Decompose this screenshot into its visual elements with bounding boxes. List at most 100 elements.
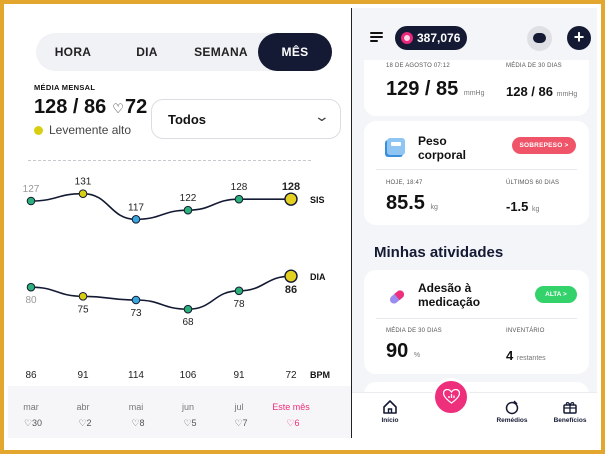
bp-latest-value: 129 / 85 mmHg <box>386 78 484 101</box>
data-label-sis: 128 <box>282 181 300 193</box>
tab-benefits[interactable]: Benefícios <box>545 393 595 424</box>
adherence-badge[interactable]: ALTA > <box>535 286 577 303</box>
weight-delta: -1.5 kg <box>506 199 539 214</box>
data-label-sis: 131 <box>75 177 92 188</box>
data-label-sis: 128 <box>231 182 248 193</box>
adherence-value: 90 % <box>386 340 420 363</box>
month-label: Este mês <box>272 402 310 412</box>
data-point-sis <box>26 196 36 206</box>
points-value: 387,076 <box>417 31 461 45</box>
scale-icon <box>385 138 405 157</box>
data-point-dia <box>131 295 141 305</box>
adherence-number: 90 <box>386 340 409 362</box>
bp-unit: mmHg <box>463 90 485 97</box>
data-label-sis: 117 <box>128 202 144 213</box>
month-count: ♡30 <box>24 418 42 428</box>
weight-title: Peso corporal <box>418 134 466 162</box>
month-label: mai <box>129 402 144 412</box>
bp-line-chart: 127 131 117 122 128 128 SIS 80 75 73 68 78 86 DIA 86 91… <box>23 177 330 428</box>
medication-card[interactable]: Adesão à medicação ALTA > MÉDIA DE 30 DIA… <box>364 270 589 374</box>
weight-value: 85.5 kg <box>386 192 438 215</box>
chat-icon[interactable] <box>527 26 552 51</box>
month-count: ♡5 <box>183 418 196 428</box>
data-label-sis: 127 <box>23 184 40 195</box>
bottom-tab-bar: Início Remédios Benefícios <box>352 392 597 438</box>
bpm-value: 114 <box>128 370 144 381</box>
medication-title-line1: Adesão à <box>418 281 472 295</box>
gift-icon <box>563 402 577 414</box>
data-point-sis <box>183 205 193 215</box>
weight-delta-number: -1.5 <box>506 199 529 214</box>
month-count: ♡8 <box>131 418 144 428</box>
data-point-dia <box>26 282 36 292</box>
monthly-bp-panel: HORA DIA SEMANA MÊS MÉDIA MENSAL 128 / 8… <box>8 8 351 438</box>
inventory-value: 4 restantes <box>506 348 546 363</box>
medication-title: Adesão à medicação <box>418 281 480 309</box>
bpm-value: 91 <box>233 370 245 381</box>
weight-card[interactable]: Peso corporal SOBREPESO > HOJE, 18:47 85.… <box>364 121 589 225</box>
bpm-value: 91 <box>77 370 89 381</box>
tab-home-label: Início <box>381 417 399 424</box>
dashboard-panel: 18 DE AGOSTO 07:12 129 / 85 mmHg MÉDIA D… <box>352 8 597 438</box>
weight-title-line1: Peso <box>418 134 447 148</box>
med-avg-label: MÉDIA DE 30 DIAS <box>386 328 442 334</box>
weight-delta-unit: kg <box>532 206 540 213</box>
menu-icon[interactable] <box>370 32 383 42</box>
inventory-number: 4 <box>506 348 514 363</box>
data-point-dia <box>284 269 298 283</box>
heart-chart-icon <box>443 389 460 404</box>
add-button[interactable]: + <box>567 26 591 50</box>
data-point-sis <box>284 192 298 206</box>
medications-icon <box>505 400 519 415</box>
card-separator <box>376 318 577 319</box>
weight-title-line2: corporal <box>418 148 467 162</box>
data-point-dia <box>78 292 88 301</box>
overweight-badge[interactable]: SOBREPESO > <box>512 137 576 154</box>
data-label-dia: 80 <box>25 295 37 306</box>
data-label-dia: 75 <box>77 304 89 315</box>
weight-period-label: ÚLTIMOS 60 DIAS <box>506 180 560 186</box>
month-label: mar <box>23 402 39 412</box>
inventory-unit: restantes <box>516 355 546 362</box>
pill-icon <box>389 290 405 304</box>
tab-home[interactable]: Início <box>370 393 410 424</box>
home-icon <box>383 400 397 414</box>
health-action-button[interactable] <box>432 378 470 416</box>
weight-unit: kg <box>430 204 438 211</box>
bp-avg-label: MÉDIA DE 30 DIAS <box>506 63 562 69</box>
tab-benefits-label: Benefícios <box>553 417 587 424</box>
section-title: Minhas atividades <box>374 244 504 261</box>
top-bar: 387,076 + <box>352 8 597 60</box>
data-point-sis <box>234 194 244 204</box>
data-label-dia: 78 <box>233 299 245 310</box>
month-label: jul <box>233 402 243 412</box>
medication-title-line2: medicação <box>418 295 481 309</box>
weight-today-label: HOJE, 18:47 <box>386 180 423 186</box>
series-name-sis: SIS <box>310 195 325 205</box>
data-label-dia: 68 <box>182 317 194 328</box>
month-count: ♡7 <box>234 418 247 428</box>
data-label-sis: 122 <box>180 193 197 204</box>
weight-number: 85.5 <box>386 192 425 214</box>
series-name-dia: DIA <box>310 272 326 282</box>
points-badge[interactable]: 387,076 <box>395 26 467 50</box>
bpm-value: 86 <box>25 370 37 381</box>
card-separator <box>376 169 577 170</box>
bp-avg-number: 128 / 86 <box>506 84 553 99</box>
adherence-unit: % <box>413 352 421 359</box>
bp-latest-number: 129 / 85 <box>386 78 459 100</box>
inventory-label: INVENTÁRIO <box>506 328 545 334</box>
tab-medications[interactable]: Remédios <box>487 393 537 424</box>
series-line-dia <box>30 275 292 310</box>
bpm-value: 72 <box>285 370 297 381</box>
bp-date-label: 18 DE AGOSTO 07:12 <box>386 63 450 69</box>
data-point-dia <box>183 304 193 314</box>
data-point-sis <box>78 189 88 198</box>
data-label-dia: 73 <box>130 308 142 319</box>
coin-icon <box>401 32 413 44</box>
bp-avg-unit: mmHg <box>556 91 578 98</box>
data-point-sis <box>131 215 141 224</box>
month-label: abr <box>76 402 89 412</box>
bpm-label: BPM <box>310 370 330 380</box>
month-count: ♡2 <box>78 418 91 428</box>
